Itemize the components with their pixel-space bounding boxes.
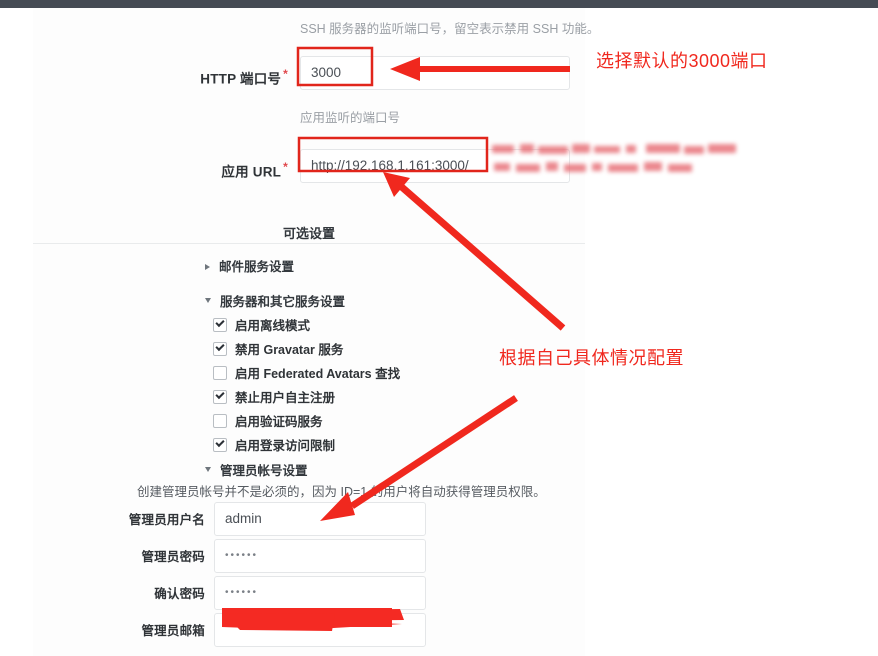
- group-server-services-label: 服务器和其它服务设置: [220, 295, 346, 309]
- checkbox-row-require-signin[interactable]: 启用登录访问限制: [213, 435, 336, 453]
- http-port-label: HTTP 端口号 *: [0, 52, 288, 102]
- checkbox-label-federated-avatars: 启用 Federated Avatars 查找: [235, 367, 401, 381]
- checkbox-offline-mode[interactable]: [213, 318, 227, 332]
- http-port-input[interactable]: 3000: [300, 56, 570, 90]
- http-port-help-text: 应用监听的端口号: [300, 111, 401, 125]
- required-asterisk: *: [283, 160, 288, 174]
- group-admin-account-label: 管理员帐号设置: [220, 464, 308, 478]
- checkbox-label-enable-captcha: 启用验证码服务: [235, 415, 323, 429]
- checkbox-label-disable-gravatar: 禁用 Gravatar 服务: [235, 343, 344, 357]
- redacted-text-blurred: [490, 141, 748, 181]
- admin-password-input[interactable]: ••••••: [214, 539, 426, 573]
- group-admin-account[interactable]: 管理员帐号设置: [205, 460, 308, 479]
- app-url-label: 应用 URL *: [0, 145, 288, 195]
- checkbox-require-signin[interactable]: [213, 438, 227, 452]
- checkbox-row-disable-gravatar[interactable]: 禁用 Gravatar 服务: [213, 339, 344, 357]
- group-mail-service[interactable]: 邮件服务设置: [205, 256, 294, 275]
- app-url-label-text: 应用 URL: [221, 164, 282, 180]
- annotation-text-port: 选择默认的3000端口: [596, 51, 768, 71]
- http-port-row: HTTP 端口号 * 3000: [0, 52, 585, 96]
- ssh-port-help-text: SSH 服务器的监听端口号，留空表示禁用 SSH 功能。: [300, 22, 600, 36]
- admin-email-label: 管理员邮箱: [141, 624, 205, 638]
- group-server-services[interactable]: 服务器和其它服务设置: [205, 291, 345, 310]
- checkbox-row-disable-registration[interactable]: 禁止用户自主注册: [213, 387, 336, 405]
- admin-email-row: 管理员邮箱: [0, 609, 585, 653]
- checkbox-label-require-signin: 启用登录访问限制: [235, 439, 336, 453]
- chevron-down-icon: [205, 467, 211, 472]
- section-divider: [33, 243, 585, 244]
- confirm-password-input[interactable]: ••••••: [214, 576, 426, 610]
- checkbox-row-offline-mode[interactable]: 启用离线模式: [213, 315, 311, 333]
- checkbox-row-enable-captcha[interactable]: 启用验证码服务: [213, 411, 323, 429]
- checkbox-disable-registration[interactable]: [213, 390, 227, 404]
- checkbox-row-federated-avatars[interactable]: 启用 Federated Avatars 查找: [213, 363, 401, 381]
- required-asterisk: *: [283, 67, 288, 81]
- checkbox-disable-gravatar[interactable]: [213, 342, 227, 356]
- checkbox-federated-avatars[interactable]: [213, 366, 227, 380]
- optional-settings-header: 可选设置: [282, 226, 335, 241]
- checkbox-label-disable-registration: 禁止用户自主注册: [235, 391, 336, 405]
- checkbox-label-offline-mode: 启用离线模式: [235, 319, 311, 333]
- checkbox-enable-captcha[interactable]: [213, 414, 227, 428]
- gitea-install-page: SSH 服务器的监听端口号，留空表示禁用 SSH 功能。 HTTP 端口号 * 3…: [0, 8, 878, 656]
- admin-email-input[interactable]: [214, 613, 426, 647]
- annotation-text-configure: 根据自己具体情况配置: [499, 348, 684, 368]
- group-mail-service-label: 邮件服务设置: [219, 260, 295, 274]
- admin-username-input[interactable]: admin: [214, 502, 426, 536]
- window-titlebar: [0, 0, 878, 8]
- chevron-down-icon: [205, 298, 211, 303]
- chevron-right-icon: [205, 264, 210, 270]
- http-port-label-text: HTTP 端口号: [200, 71, 282, 87]
